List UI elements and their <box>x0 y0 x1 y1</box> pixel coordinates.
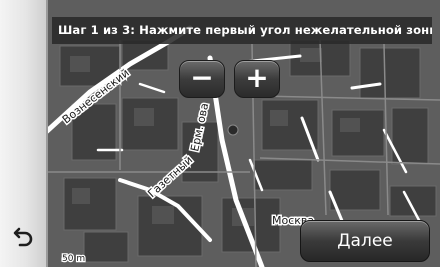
plus-icon: + <box>245 61 269 94</box>
location-dot-icon <box>227 124 239 136</box>
map-screen: Вознесенский Газетный Ерм. ова Москва 50… <box>0 0 440 267</box>
zoom-out-button[interactable]: − <box>179 60 225 98</box>
map-scale: 50 m <box>62 254 85 264</box>
back-button[interactable] <box>10 222 38 250</box>
next-button[interactable]: Далее <box>300 220 430 262</box>
instruction-banner: Шаг 1 из 3: Нажмите первый угол нежелате… <box>52 17 432 44</box>
minus-icon: − <box>190 61 214 94</box>
zoom-in-button[interactable]: + <box>234 60 280 98</box>
back-arrow-icon <box>13 227 33 247</box>
